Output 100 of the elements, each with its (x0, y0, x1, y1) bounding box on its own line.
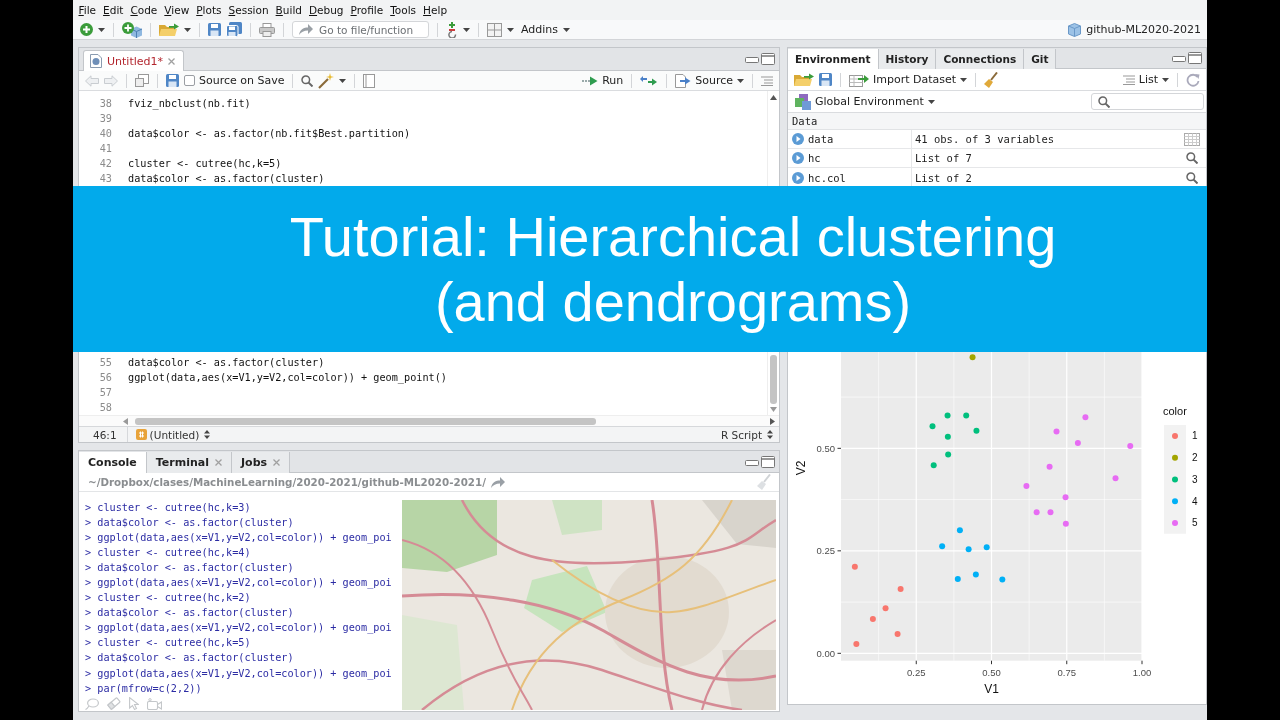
save-icon[interactable] (166, 74, 179, 87)
save-icon[interactable] (819, 73, 832, 86)
caret-icon[interactable] (184, 27, 191, 32)
menu-item[interactable]: File (78, 4, 97, 16)
project-plus-icon[interactable] (122, 21, 142, 38)
refresh-icon[interactable] (1186, 72, 1200, 87)
console-line: > data$color <- as.factor(cluster) (85, 651, 294, 666)
close-icon[interactable] (215, 459, 222, 466)
line-number: 40 (98, 128, 112, 139)
folder-icon[interactable] (794, 72, 814, 87)
file-type-menu[interactable]: R Script (720, 428, 773, 441)
console-line: > cluster <- cutree(hc,k=3) (85, 500, 251, 515)
scrollbar-thumb[interactable] (770, 355, 777, 404)
source-button[interactable]: Source (675, 73, 744, 88)
caret-icon[interactable] (1162, 77, 1169, 82)
axis-title: V1 (984, 682, 999, 696)
outline-icon[interactable] (761, 75, 773, 86)
environment-scope-menu[interactable]: Global Environment (795, 93, 935, 110)
data-point (965, 546, 972, 553)
magic-wand-icon[interactable] (318, 72, 335, 89)
data-point (944, 433, 951, 440)
data-point (944, 412, 951, 419)
down-arrow-icon[interactable] (770, 407, 777, 412)
view-mode-menu[interactable]: List (1122, 73, 1169, 86)
console-tab[interactable]: Console (79, 452, 147, 473)
search-field[interactable] (1091, 93, 1204, 110)
menu-item[interactable]: Plots (195, 4, 223, 16)
left-arrow-icon[interactable] (123, 417, 128, 425)
project-menu[interactable]: github-ML2020-2021 (1068, 22, 1201, 37)
save-icon[interactable] (208, 23, 221, 36)
tick-label: 0.50 (982, 666, 1001, 678)
console-line: > data$color <- as.factor(cluster) (85, 515, 294, 530)
pane-layout-icon[interactable] (487, 22, 502, 37)
menu-item[interactable]: Help (422, 4, 448, 16)
source-on-save-checkbox[interactable]: Source on Save (184, 74, 285, 87)
search-icon[interactable] (1186, 171, 1198, 184)
menu-item[interactable]: Tools (389, 4, 417, 16)
menu-item[interactable]: Debug (308, 4, 345, 16)
menu-item[interactable]: Build (275, 4, 303, 16)
checkbox[interactable] (184, 75, 195, 86)
search-icon[interactable] (301, 74, 314, 87)
console-tab[interactable]: Jobs (232, 452, 291, 473)
pane-tab[interactable]: Environment (788, 49, 879, 69)
list-icon (1122, 74, 1135, 85)
printer-icon[interactable] (259, 22, 275, 37)
close-icon[interactable] (168, 57, 175, 65)
folder-icon[interactable] (159, 22, 179, 37)
cube-icon (1068, 22, 1082, 37)
tick-label: 0.50 (816, 442, 835, 454)
run-button[interactable]: Run (582, 74, 624, 87)
maximize-icon[interactable] (761, 53, 775, 65)
menu-item[interactable]: Session (228, 4, 270, 16)
line-number: 41 (98, 143, 112, 154)
caret-icon[interactable] (98, 27, 105, 32)
table-icon[interactable] (1184, 132, 1200, 146)
addins-menu-button[interactable]: Addins (519, 23, 573, 36)
pane-tab[interactable]: Git (1024, 49, 1057, 69)
function-scope-menu[interactable]: (Untitled) (149, 428, 211, 441)
save-all-icon[interactable] (226, 22, 242, 37)
caret-icon[interactable] (463, 27, 470, 32)
import-dataset-button[interactable]: Import Dataset (849, 72, 968, 87)
caret-icon[interactable] (563, 27, 571, 32)
editor-tab[interactable]: Untitled1* (83, 50, 184, 71)
maximize-icon[interactable] (761, 455, 775, 468)
caret-icon[interactable] (507, 27, 514, 32)
data-point (869, 615, 876, 622)
caret-icon[interactable] (339, 78, 347, 83)
data-point (1033, 509, 1040, 516)
minimize-icon[interactable] (745, 457, 759, 466)
caret-icon[interactable] (927, 99, 935, 104)
up-arrow-icon[interactable] (770, 95, 777, 100)
version-control-icon[interactable] (446, 21, 458, 38)
broom-icon[interactable] (984, 71, 999, 88)
menu-item[interactable]: Code (129, 4, 158, 16)
close-icon[interactable] (273, 459, 281, 466)
plus-circle-icon[interactable] (80, 23, 93, 36)
menu-item[interactable]: Edit (102, 4, 124, 16)
rerun-icon[interactable] (640, 75, 659, 86)
arrow-icon (490, 476, 505, 488)
scrollbar-thumb[interactable] (135, 417, 596, 425)
scrollbar[interactable] (79, 415, 779, 426)
data-point (939, 543, 946, 550)
notebook-icon[interactable] (363, 73, 376, 88)
line-number: 38 (98, 98, 112, 109)
go-to-file-field[interactable]: Go to file/function (292, 21, 429, 38)
minimize-icon[interactable] (745, 55, 759, 63)
data-point (882, 605, 889, 612)
maximize-icon[interactable] (1188, 52, 1202, 64)
right-arrow-icon[interactable] (770, 417, 775, 425)
caret-icon[interactable] (737, 78, 744, 83)
search-icon[interactable] (1186, 152, 1198, 164)
menu-item[interactable]: Profile (350, 4, 384, 16)
console-tab[interactable]: Terminal (146, 452, 232, 473)
variable-value: List of 7 (915, 152, 972, 164)
caret-icon[interactable] (960, 77, 968, 82)
menu-item[interactable]: View (163, 4, 190, 16)
pane-tab[interactable]: History (878, 49, 937, 69)
pane-tab[interactable]: Connections (936, 49, 1025, 69)
minimize-icon[interactable] (1172, 54, 1186, 62)
console-line: > cluster <- cutree(hc,k=5) (85, 636, 251, 651)
